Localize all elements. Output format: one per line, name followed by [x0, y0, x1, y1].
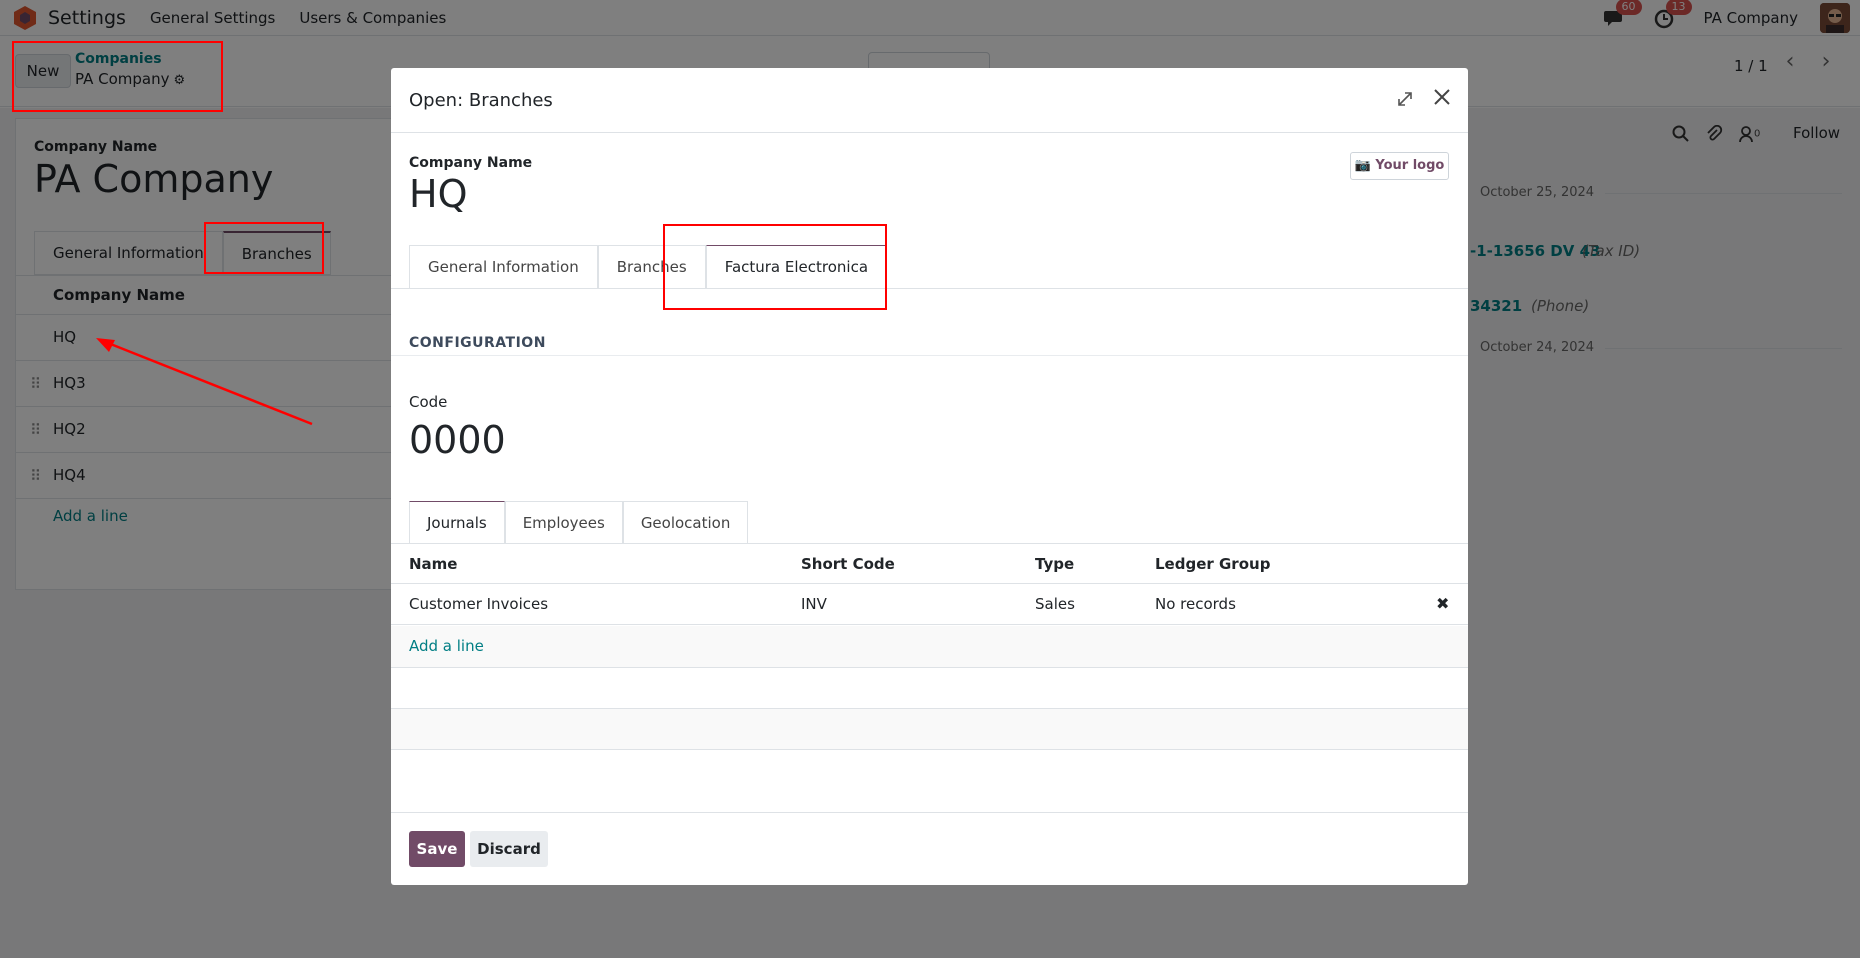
dialog-header: Open: Branches	[391, 68, 1468, 133]
save-button[interactable]: Save	[409, 831, 465, 867]
expand-icon[interactable]	[1396, 90, 1416, 110]
table-row[interactable]: Customer Invoices INV Sales No records ✖	[391, 584, 1468, 625]
camera-icon: 📷	[1354, 158, 1371, 173]
tab-general-information[interactable]: General Information	[409, 245, 598, 289]
cell-type: Sales	[1035, 595, 1075, 613]
divider	[391, 812, 1468, 813]
empty-row	[391, 709, 1468, 750]
cell-name: Customer Invoices	[409, 595, 549, 613]
empty-row	[391, 668, 1468, 709]
column-ledger-group[interactable]: Ledger Group	[1155, 555, 1270, 573]
column-type[interactable]: Type	[1035, 555, 1074, 573]
delete-icon[interactable]: ✖	[1436, 594, 1449, 613]
cell-short-code: INV	[801, 595, 827, 613]
add-line-link[interactable]: Add a line	[409, 637, 484, 655]
sub-tabs: Journals Employees Geolocation	[409, 501, 749, 544]
company-name-label: Company Name	[409, 155, 533, 171]
tab-journals[interactable]: Journals	[409, 501, 505, 544]
discard-button[interactable]: Discard	[470, 831, 548, 867]
cell-ledger-group: No records	[1155, 595, 1236, 613]
journals-table-header: Name Short Code Type Ledger Group	[391, 544, 1468, 584]
close-icon[interactable]	[1431, 85, 1455, 113]
section-title-configuration: CONFIGURATION	[409, 335, 546, 351]
column-name[interactable]: Name	[409, 555, 457, 573]
add-line-row: Add a line	[391, 626, 1468, 668]
branches-dialog: Open: Branches Company Name HQ 📷 Your lo…	[391, 68, 1468, 885]
logo-upload-label: Your logo	[1375, 158, 1445, 173]
tab-employees[interactable]: Employees	[504, 501, 623, 544]
annotation-box	[663, 224, 887, 310]
logo-upload-button[interactable]: 📷 Your logo	[1350, 152, 1449, 180]
column-short-code[interactable]: Short Code	[801, 555, 895, 573]
code-input[interactable]: 0000	[409, 418, 506, 462]
code-label: Code	[409, 393, 448, 411]
dialog-title: Open: Branches	[409, 90, 553, 111]
divider	[391, 288, 1468, 289]
company-name-input[interactable]: HQ	[409, 172, 467, 216]
divider	[391, 355, 1468, 356]
tab-geolocation[interactable]: Geolocation	[622, 501, 749, 544]
